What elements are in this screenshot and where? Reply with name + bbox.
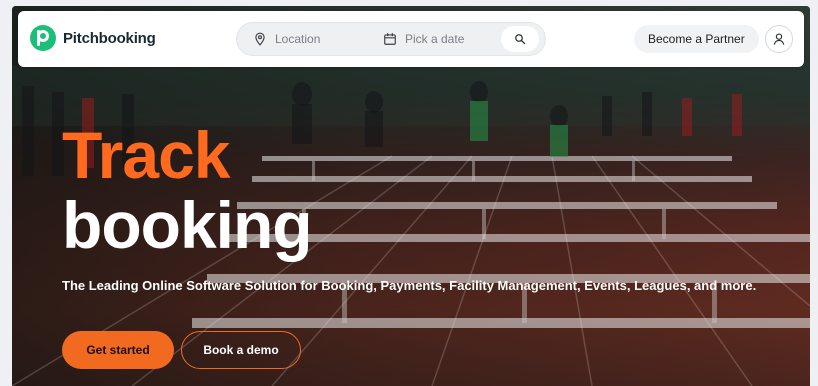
search-button[interactable] <box>501 26 539 52</box>
map-pin-icon <box>255 32 265 46</box>
user-icon <box>773 33 785 45</box>
hero-subtitle: The Leading Online Software Solution for… <box>62 278 757 293</box>
date-placeholder: Pick a date <box>405 32 465 46</box>
search-bar: Location Pick a date <box>236 22 546 56</box>
account-button[interactable] <box>765 25 793 53</box>
location-placeholder: Location <box>275 32 321 46</box>
page-frame: Pitchbooking Location Pick a date Become… <box>12 6 810 386</box>
hero-title-accent: Track <box>62 118 230 192</box>
search-icon <box>515 34 526 45</box>
book-demo-button[interactable]: Book a demo <box>181 331 301 369</box>
top-navbar: Pitchbooking Location Pick a date Become… <box>18 11 804 67</box>
get-started-button[interactable]: Get started <box>62 331 174 369</box>
become-partner-button[interactable]: Become a Partner <box>634 25 759 53</box>
hero-title-main: booking <box>62 188 313 262</box>
calendar-icon <box>384 33 396 45</box>
pitchbooking-logo-icon <box>30 25 56 51</box>
date-field[interactable]: Pick a date <box>383 23 464 55</box>
brand-name: Pitchbooking <box>63 29 156 47</box>
brand-logo[interactable]: Pitchbooking <box>30 25 156 51</box>
location-field[interactable]: Location <box>253 23 320 55</box>
